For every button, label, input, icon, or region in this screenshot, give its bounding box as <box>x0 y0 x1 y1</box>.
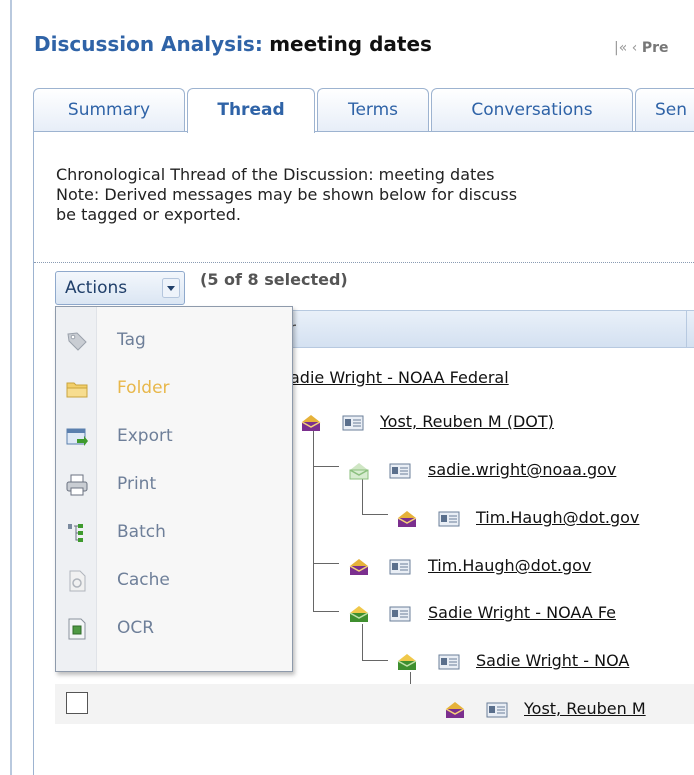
description-line-3: be tagged or exported. <box>56 205 241 224</box>
menu-item-ocr[interactable]: OCR <box>56 609 292 649</box>
tab-thread[interactable]: Thread <box>187 88 315 133</box>
previous-link[interactable]: Pre <box>642 40 669 56</box>
menu-item-label: Tag <box>117 330 146 350</box>
tree-connector <box>362 660 388 661</box>
menu-item-export[interactable]: Export <box>56 417 292 457</box>
tab-bar: Summary Thread Terms Conversations Sen <box>33 88 694 133</box>
selection-status: (5 of 8 selected) <box>200 270 348 289</box>
tree-connector <box>313 579 314 611</box>
panel-border <box>33 131 34 775</box>
contact-card-icon <box>486 702 508 718</box>
menu-item-print[interactable]: Print <box>56 465 292 505</box>
actions-button-label: Actions <box>65 278 128 298</box>
tree-connector <box>313 430 314 580</box>
column-separator <box>686 311 687 347</box>
description-line-1: Chronological Thread of the Discussion: … <box>56 165 495 184</box>
thread-sender[interactable]: sadie.wright@noaa.gov <box>428 460 616 479</box>
cache-icon <box>69 570 86 592</box>
envelope-purple-icon <box>397 511 417 527</box>
description-line-2: Note: Derived messages may be shown belo… <box>56 185 518 204</box>
envelope-purple-icon <box>349 559 369 575</box>
tree-connector <box>362 514 388 515</box>
page-title: Discussion Analysis: meeting dates <box>34 32 432 56</box>
menu-item-label: Batch <box>117 522 166 542</box>
thread-sender[interactable]: Yost, Reuben M (DOT) <box>380 412 554 431</box>
envelope-green-icon <box>349 606 369 622</box>
menu-item-label: OCR <box>117 618 155 638</box>
chevron-down-icon[interactable] <box>162 278 180 298</box>
tag-icon <box>67 332 87 351</box>
menu-item-label: Folder <box>117 378 170 398</box>
contact-card-icon <box>342 415 364 431</box>
tree-connector <box>362 624 363 660</box>
tab-summary[interactable]: Summary <box>33 88 185 131</box>
prev-page-icon[interactable]: ‹ <box>632 40 638 56</box>
thread-sender[interactable]: Tim.Haugh@dot.gov <box>476 508 639 527</box>
thread-sender[interactable]: adie Wright - NOAA Federal <box>290 368 509 387</box>
export-icon <box>66 428 88 446</box>
folder-icon <box>66 382 88 398</box>
menu-item-batch[interactable]: Batch <box>56 513 292 553</box>
thread-sender[interactable]: Sadie Wright - NOAA Fe <box>428 603 616 622</box>
page-title-prefix: Discussion Analysis: <box>34 32 263 56</box>
tree-connector <box>362 478 363 514</box>
tab-terms[interactable]: Terms <box>317 88 429 131</box>
tab-conversations[interactable]: Conversations <box>431 88 633 131</box>
envelope-green-icon <box>349 463 369 480</box>
description: Chronological Thread of the Discussion: … <box>56 165 517 225</box>
tab-baseline <box>33 131 694 132</box>
menu-item-tag[interactable]: Tag <box>56 321 292 361</box>
actions-button[interactable]: Actions <box>55 271 185 305</box>
menu-item-cache[interactable]: Cache <box>56 561 292 601</box>
first-page-icon[interactable]: |« <box>614 40 627 56</box>
thread-sender[interactable]: Yost, Reuben M <box>524 699 646 718</box>
envelope-green-icon <box>397 654 417 670</box>
tab-sen[interactable]: Sen <box>635 88 694 131</box>
actions-menu: Tag Folder Export Print Batch Cache OCR <box>55 306 293 672</box>
page-title-topic: meeting dates <box>269 32 432 56</box>
batch-icon <box>68 524 83 542</box>
tree-connector <box>313 563 339 564</box>
menu-item-folder[interactable]: Folder <box>56 369 292 409</box>
section-divider <box>34 262 694 263</box>
ocr-icon <box>68 618 86 640</box>
pager[interactable]: |« ‹ Pre <box>614 40 668 56</box>
tree-connector <box>313 611 339 612</box>
contact-card-icon <box>438 654 460 670</box>
contact-card-icon <box>389 559 411 575</box>
thread-sender[interactable]: Tim.Haugh@dot.gov <box>428 556 591 575</box>
contact-card-icon <box>389 463 411 479</box>
tree-connector <box>313 466 339 467</box>
menu-item-label: Cache <box>117 570 170 590</box>
envelope-purple-icon <box>301 415 321 431</box>
envelope-purple-icon <box>445 702 465 718</box>
left-border <box>10 0 12 775</box>
print-icon <box>66 474 88 496</box>
thread-sender[interactable]: Sadie Wright - NOA <box>476 651 629 670</box>
contact-card-icon <box>389 606 411 622</box>
menu-item-label: Export <box>117 426 173 446</box>
contact-card-icon <box>438 511 460 527</box>
menu-item-label: Print <box>117 474 157 494</box>
row-checkbox[interactable] <box>66 692 88 714</box>
